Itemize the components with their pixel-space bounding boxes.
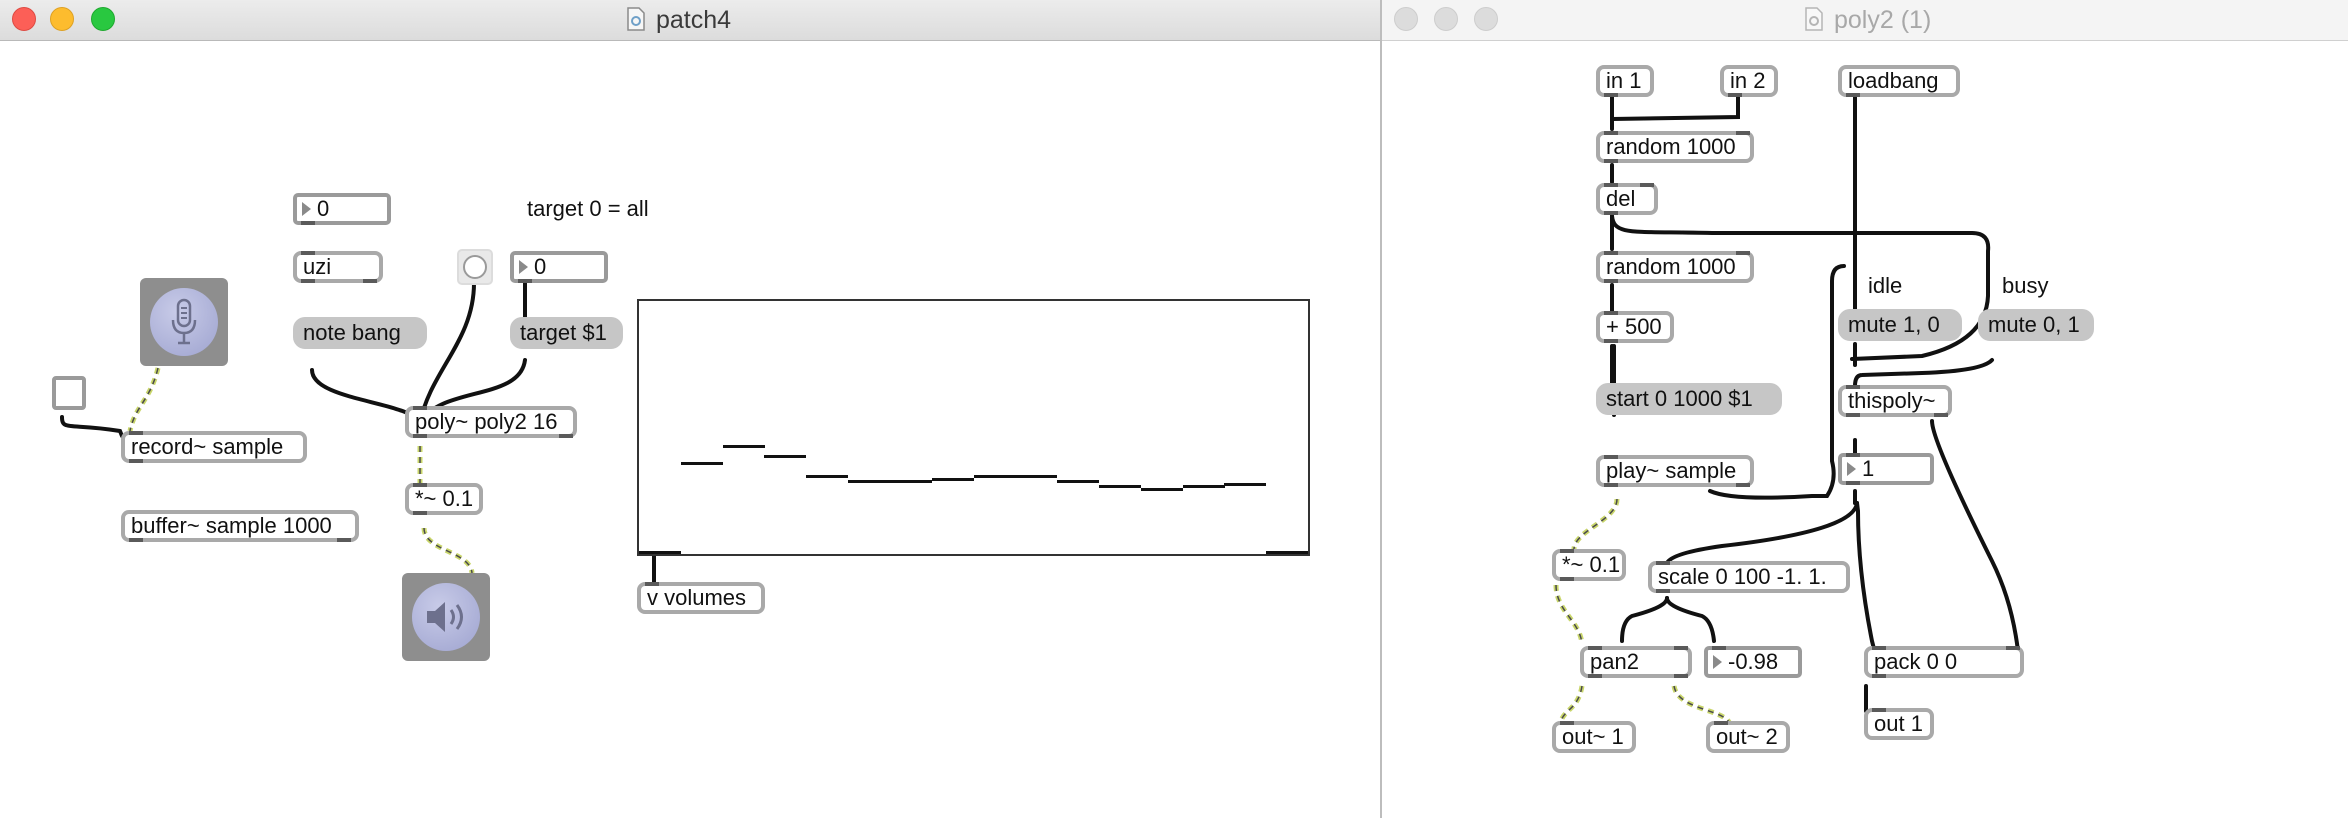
slider-bar-8[interactable] — [931, 477, 974, 481]
random-object-1[interactable]: random 1000 — [1596, 131, 1754, 163]
microphone-adc[interactable] — [140, 278, 228, 366]
busy-comment: busy — [2002, 273, 2049, 298]
voice-number[interactable]: 1 — [1838, 453, 1934, 485]
scale-object[interactable]: scale 0 100 -1. 1. — [1648, 561, 1850, 593]
start-message[interactable]: start 0 1000 $1 — [1596, 383, 1782, 415]
slider-bar-15[interactable] — [1224, 482, 1267, 486]
note-bang-message[interactable]: note bang — [293, 317, 427, 349]
window-title: poly2 (1) — [1804, 6, 1931, 38]
poly-object[interactable]: poly~ poly2 16 — [405, 406, 577, 438]
buffer-object[interactable]: buffer~ sample 1000 — [121, 510, 359, 542]
zoom-button[interactable] — [91, 7, 115, 31]
titlebar: poly2 (1) — [1382, 0, 2348, 41]
titlebar: patch4 — [0, 0, 1380, 41]
uzi-object[interactable]: uzi — [293, 251, 383, 283]
minimize-button[interactable] — [50, 7, 74, 31]
record-toggle[interactable] — [52, 376, 86, 410]
loadbang-object[interactable]: loadbang — [1838, 65, 1960, 97]
out-1-object[interactable]: out 1 — [1864, 708, 1934, 740]
speaker-icon — [427, 602, 463, 632]
record-object[interactable]: record~ sample — [121, 431, 307, 463]
slider-bar-9[interactable] — [973, 475, 1016, 479]
pan-number[interactable]: -0.98 — [1704, 646, 1802, 678]
random-object-2[interactable]: random 1000 — [1596, 251, 1754, 283]
slider-bar-14[interactable] — [1182, 485, 1225, 489]
patcher-canvas[interactable]: in 1 in 2 loadbang random 1000 del rando… — [1382, 41, 2348, 818]
close-button[interactable] — [1394, 7, 1418, 31]
document-icon — [626, 7, 646, 38]
slider-bar-3[interactable] — [722, 444, 765, 448]
target-number[interactable]: 0 — [510, 251, 608, 283]
mute-idle-message[interactable]: mute 1, 0 — [1838, 309, 1962, 341]
minimize-button[interactable] — [1434, 7, 1458, 31]
slider-bar-6[interactable] — [848, 480, 891, 484]
pan2-object[interactable]: pan2 — [1580, 646, 1692, 678]
mute-busy-message[interactable]: mute 0, 1 — [1978, 309, 2094, 341]
signal-out-1-object[interactable]: out~ 1 — [1552, 721, 1636, 753]
close-button[interactable] — [12, 7, 36, 31]
slider-bar-2[interactable] — [680, 462, 723, 466]
slider-bar-7[interactable] — [889, 480, 932, 484]
del-object[interactable]: del — [1596, 183, 1658, 215]
slider-bar-10[interactable] — [1015, 475, 1058, 479]
plus-500-object[interactable]: + 500 — [1596, 311, 1674, 343]
microphone-icon — [171, 298, 197, 345]
slider-bar-4[interactable] — [764, 454, 807, 458]
slider-bar-13[interactable] — [1140, 487, 1183, 491]
window-title: patch4 — [626, 6, 731, 38]
uzi-count-number[interactable]: 0 — [293, 193, 391, 225]
patch-cords — [1553, 95, 2020, 726]
in1-object[interactable]: in 1 — [1596, 65, 1654, 97]
bang-button[interactable] — [457, 249, 493, 285]
target-message[interactable]: target $1 — [510, 317, 623, 349]
idle-comment: idle — [1868, 273, 1903, 298]
signal-out-2-object[interactable]: out~ 2 — [1706, 721, 1790, 753]
v-volumes-object[interactable]: v volumes — [637, 582, 765, 614]
slider-bar-11[interactable] — [1057, 480, 1100, 484]
zoom-button[interactable] — [1474, 7, 1498, 31]
pack-object[interactable]: pack 0 0 — [1864, 646, 2024, 678]
slider-bar-1[interactable] — [639, 551, 681, 554]
in2-object[interactable]: in 2 — [1720, 65, 1778, 97]
slider-bar-16[interactable] — [1266, 551, 1309, 554]
slider-bar-12[interactable] — [1098, 485, 1141, 489]
voice-volume-multislider[interactable] — [637, 299, 1310, 556]
target-comment: target 0 = all — [527, 196, 649, 221]
gain-object[interactable]: *~ 0.1 — [405, 483, 483, 515]
patch4-window: patch4 0 uzi note bang 0 target 0 = all … — [0, 0, 1382, 818]
slider-bar-5[interactable] — [806, 475, 849, 479]
thispoly-object[interactable]: thispoly~ — [1838, 385, 1952, 417]
signal-gain-object[interactable]: *~ 0.1 — [1552, 549, 1626, 581]
play-object[interactable]: play~ sample — [1596, 455, 1754, 487]
speaker-dac[interactable] — [402, 573, 490, 661]
document-icon — [1804, 7, 1824, 38]
poly2-window: poly2 (1) in 1 in 2 loadbang random 1000… — [1382, 0, 2348, 818]
patcher-canvas[interactable]: 0 uzi note bang 0 target 0 = all target … — [0, 41, 1380, 818]
